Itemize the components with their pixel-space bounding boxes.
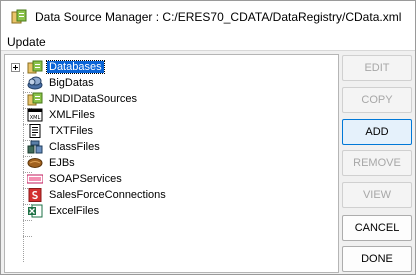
tree-node-label: EJBs (49, 157, 75, 169)
tree-node-label: ExcelFiles (49, 205, 100, 217)
class-file-icon (27, 140, 43, 154)
copy-button[interactable]: COPY (342, 87, 412, 113)
window-title: Data Source Manager : C:/ERES70_CDATA/Da… (35, 10, 402, 24)
xml-file-icon: XML (27, 108, 43, 122)
svg-text:XML: XML (30, 115, 41, 121)
tree-node-salesforceconnections[interactable]: SalesForceConnections (27, 187, 168, 203)
expand-toggle-icon[interactable] (11, 63, 20, 72)
tree-node-label: SalesForceConnections (49, 189, 166, 201)
bigdata-icon (27, 76, 43, 90)
cancel-button[interactable]: CANCEL (342, 215, 412, 241)
tree-node-txtfiles[interactable]: TXTFiles (27, 123, 95, 139)
tree-node-label: BigDatas (49, 77, 94, 89)
tree-node-ejbs[interactable]: EJBs (27, 155, 77, 171)
data-source-manager-window: Data Source Manager : C:/ERES70_CDATA/Da… (0, 0, 416, 275)
tree-node-label: JNDIDataSources (49, 93, 138, 105)
app-icon (11, 9, 27, 25)
tree-node-classfiles[interactable]: ClassFiles (27, 139, 102, 155)
menu-bar: Update (1, 33, 415, 51)
tree-node-label: Databases (46, 60, 105, 74)
tree-connector (23, 236, 32, 237)
salesforce-icon (27, 188, 43, 202)
remove-button[interactable]: REMOVE (342, 150, 412, 176)
tree-connector (23, 220, 32, 221)
tree-node-bigdatas[interactable]: BigDatas (27, 75, 96, 91)
tree-node-databases[interactable]: Databases (27, 59, 105, 75)
menu-update[interactable]: Update (7, 35, 46, 49)
excel-icon (27, 204, 43, 218)
data-source-tree[interactable]: Databases BigDatas JNDIDataSources XML X… (4, 54, 339, 273)
tree-connector-line (23, 72, 24, 262)
tree-node-jndidatasources[interactable]: JNDIDataSources (27, 91, 139, 107)
edit-button[interactable]: EDIT (342, 55, 412, 81)
tree-node-label: ClassFiles (49, 141, 100, 153)
tree-node-label: XMLFiles (49, 109, 95, 121)
tree-node-soapservices[interactable]: SOAPServices (27, 171, 124, 187)
database-folder-icon (27, 60, 43, 74)
title-bar: Data Source Manager : C:/ERES70_CDATA/Da… (1, 1, 415, 33)
ejb-bean-icon (27, 156, 43, 170)
tree-node-xmlfiles[interactable]: XML XMLFiles (27, 107, 97, 123)
tree-node-excelfiles[interactable]: ExcelFiles (27, 203, 101, 219)
tree-node-label: TXTFiles (49, 125, 93, 137)
soap-icon (27, 172, 43, 186)
text-file-icon (27, 124, 43, 138)
view-button[interactable]: VIEW (342, 182, 412, 208)
done-button[interactable]: DONE (342, 246, 412, 272)
tree-node-label: SOAPServices (49, 173, 122, 185)
add-button[interactable]: ADD (342, 119, 412, 145)
jndi-folder-icon (27, 92, 43, 106)
